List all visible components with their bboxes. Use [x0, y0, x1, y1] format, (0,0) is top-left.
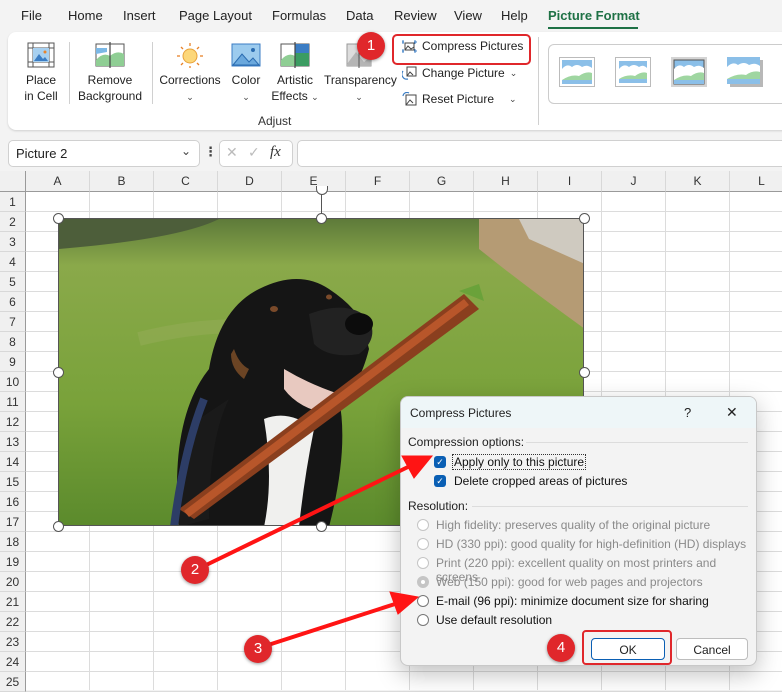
annotation-arrows [199, 455, 434, 648]
callout-3: 3 [244, 635, 272, 663]
arrow-2-line [199, 464, 411, 570]
callout-4: 4 [547, 634, 575, 662]
callout-2: 2 [181, 556, 209, 584]
arrow-3-head [389, 591, 420, 615]
callout-1: 1 [357, 32, 385, 60]
arrow-3-line [264, 602, 396, 648]
